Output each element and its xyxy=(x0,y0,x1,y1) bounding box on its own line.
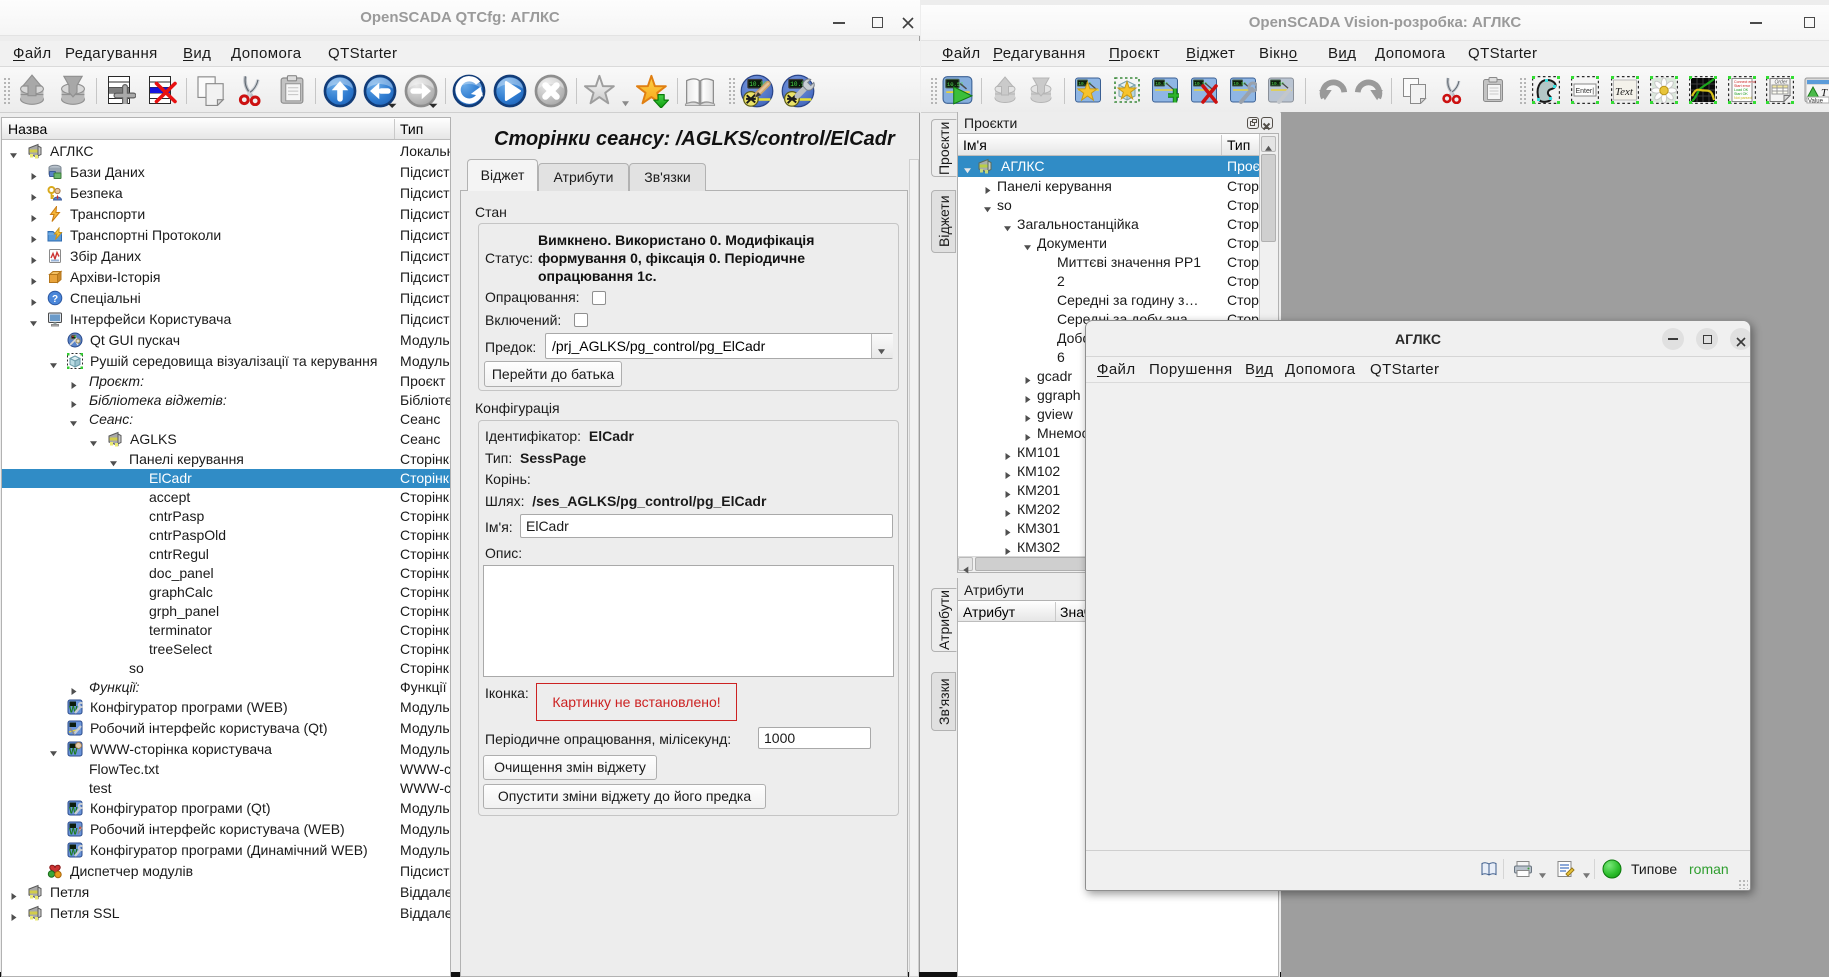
svg-text:Enter|: Enter| xyxy=(1576,88,1595,95)
svg-text:Text: Text xyxy=(1615,86,1634,98)
svg-text:Value: Value xyxy=(1808,99,1824,105)
svg-text:?: ? xyxy=(52,294,58,305)
svg-text:W: W xyxy=(69,827,78,837)
svg-text:W: W xyxy=(69,747,78,757)
svg-text:Not parsed: Not parsed xyxy=(1734,96,1752,100)
